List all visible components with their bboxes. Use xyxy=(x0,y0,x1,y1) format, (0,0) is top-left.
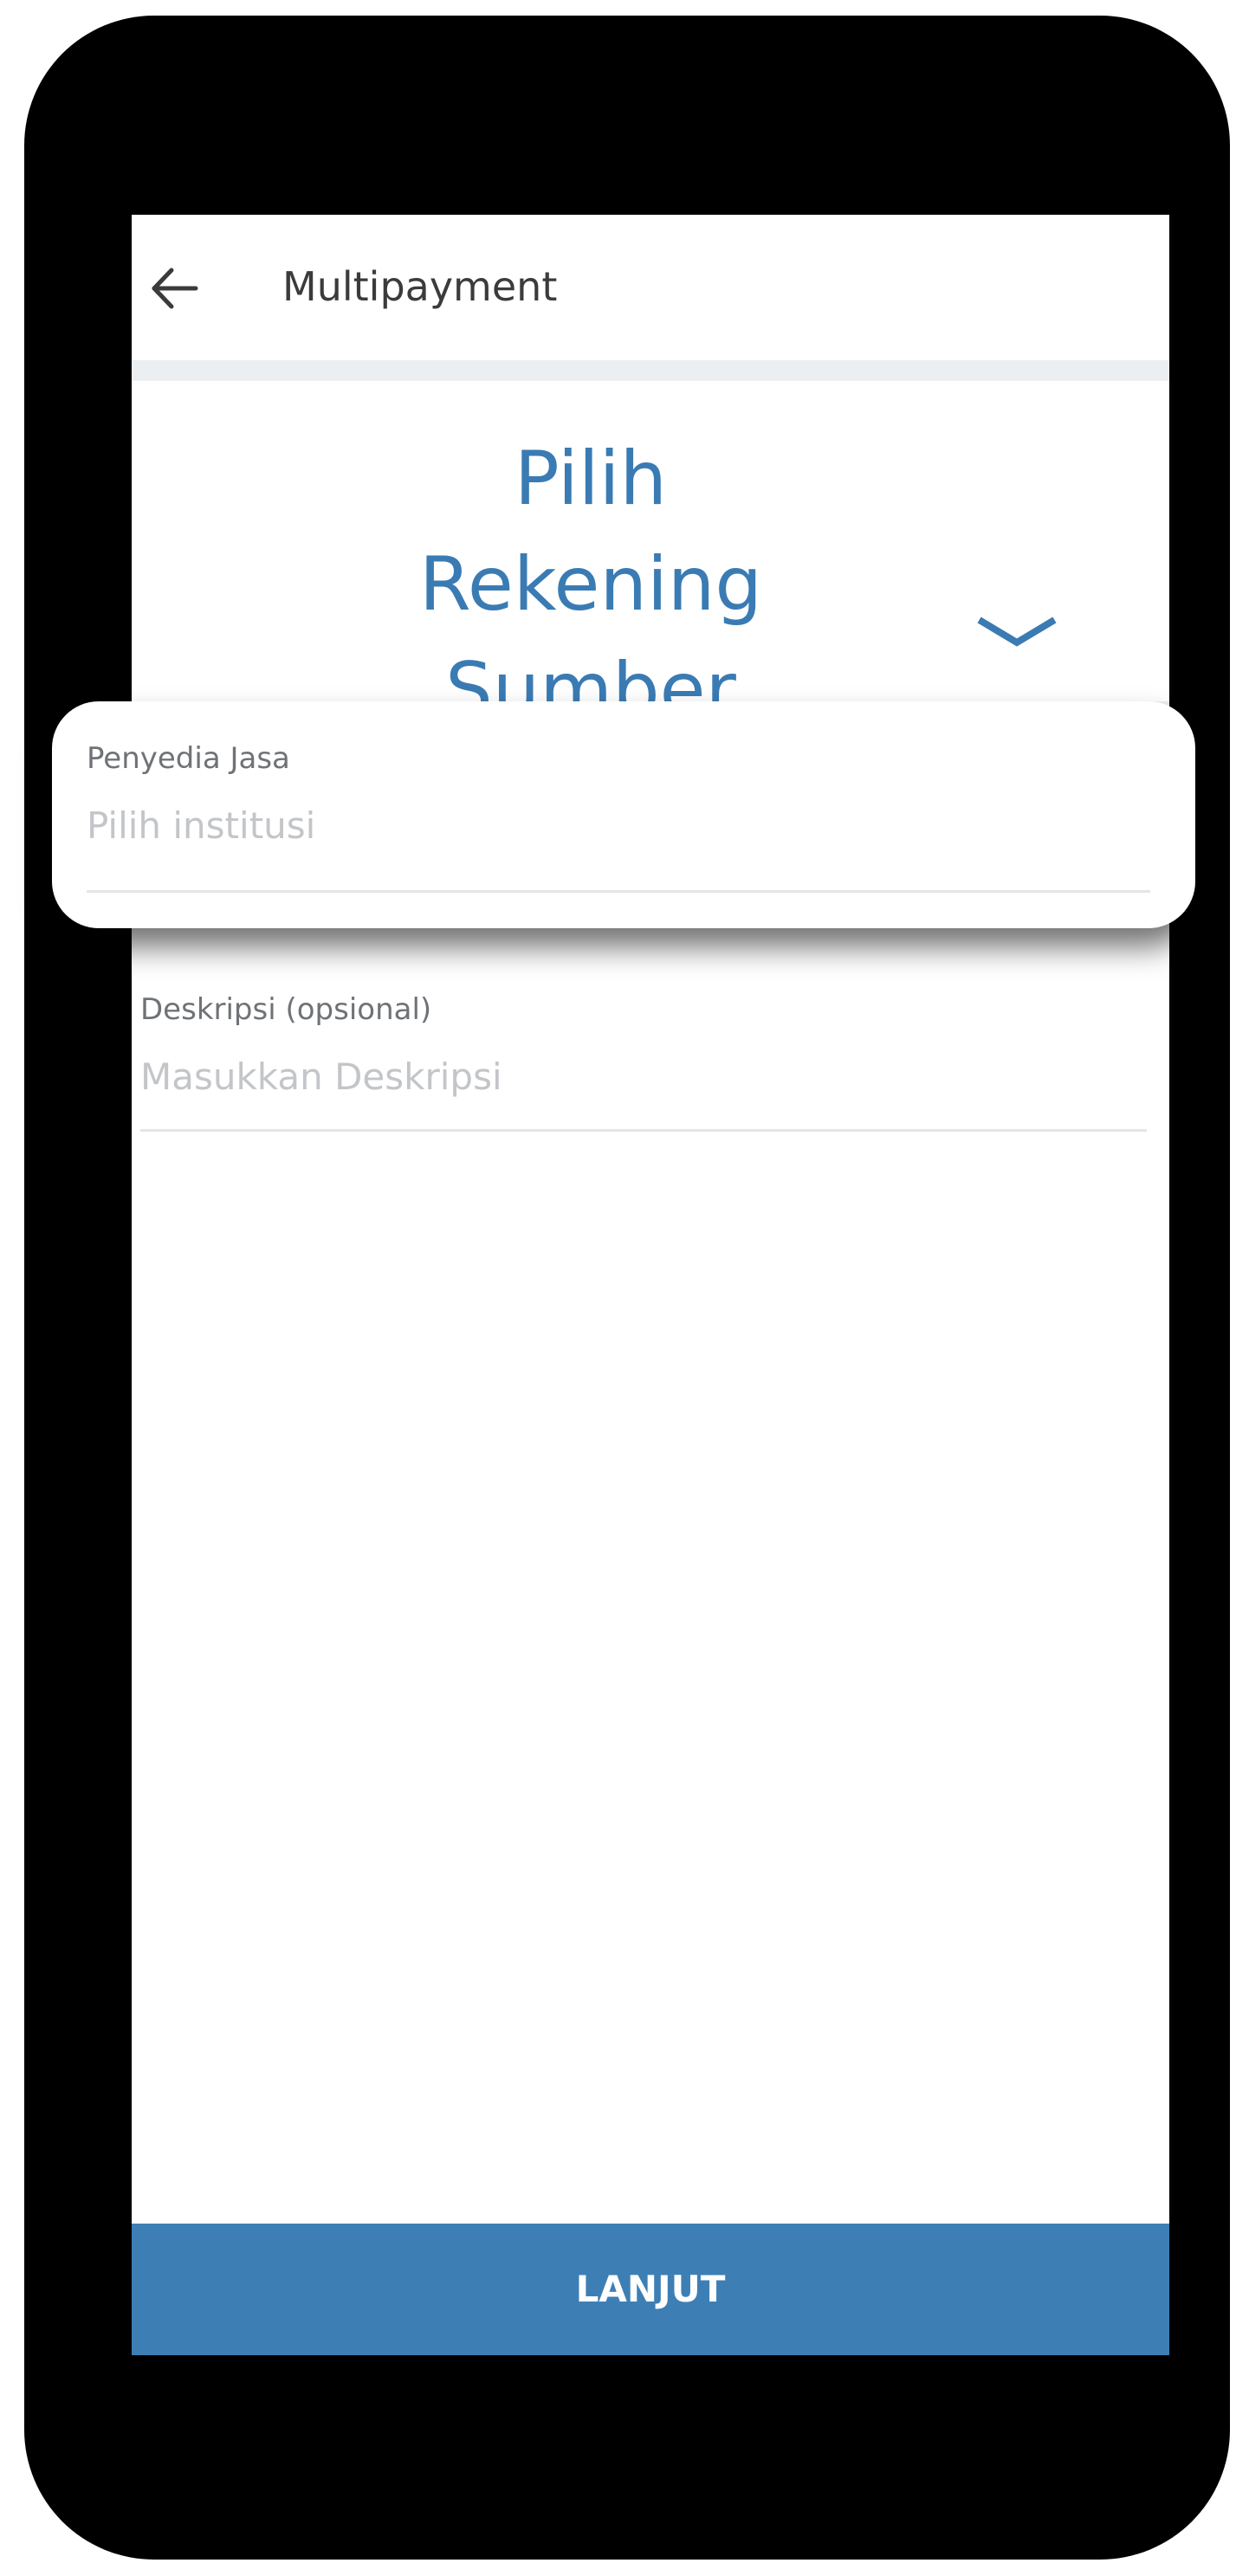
page-title: Multipayment xyxy=(282,263,558,310)
phone-frame: Multipayment Pilih Rekening Sumber Deskr… xyxy=(24,16,1230,2560)
service-provider-input[interactable]: Pilih institusi xyxy=(87,800,315,852)
description-field[interactable]: Deskripsi (opsional) Masukkan Deskripsi xyxy=(140,991,1147,1132)
description-input[interactable]: Masukkan Deskripsi xyxy=(140,1051,502,1103)
back-arrow-icon[interactable] xyxy=(144,258,204,319)
source-account-title: Pilih Rekening Sumber xyxy=(419,436,762,733)
continue-button[interactable]: LANJUT xyxy=(132,2224,1169,2355)
service-provider-underline xyxy=(87,890,1150,893)
source-account-selector[interactable]: Pilih Rekening Sumber xyxy=(132,381,1169,733)
app-header: Multipayment xyxy=(132,215,1169,360)
description-label: Deskripsi (opsional) xyxy=(140,992,432,1027)
service-provider-label: Penyedia Jasa xyxy=(87,741,290,776)
service-provider-card[interactable]: Penyedia Jasa Pilih institusi xyxy=(52,701,1195,928)
section-divider xyxy=(132,360,1169,381)
app-screen: Multipayment Pilih Rekening Sumber Deskr… xyxy=(132,215,1169,2355)
description-underline xyxy=(140,1129,1147,1132)
service-provider-field[interactable]: Penyedia Jasa Pilih institusi xyxy=(87,739,1150,895)
chevron-down-icon[interactable] xyxy=(975,613,1058,655)
